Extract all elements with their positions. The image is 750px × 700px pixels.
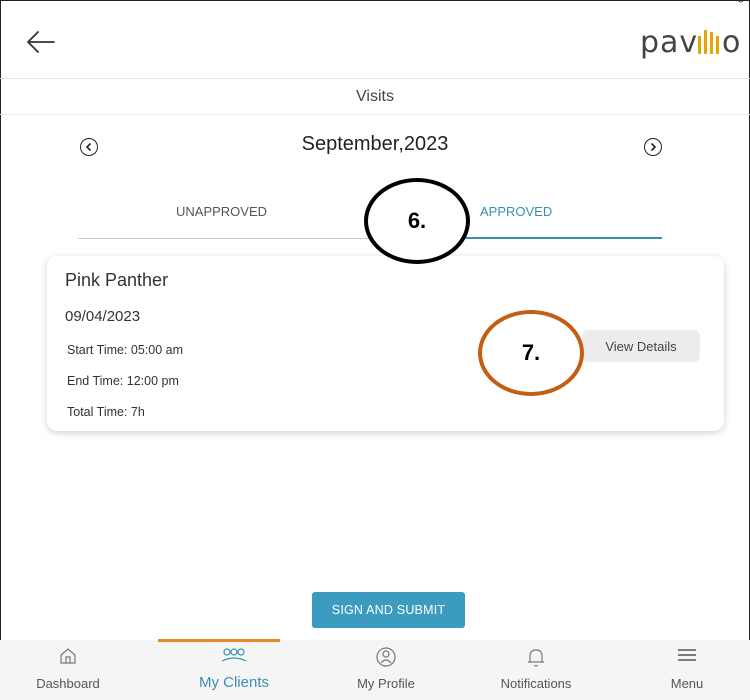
annotation-7: 7.	[478, 310, 584, 396]
svg-text:o: o	[722, 25, 741, 60]
start-time: Start Time: 05:00 am	[67, 343, 184, 357]
header: pav o	[0, 0, 750, 79]
month-label: September,2023	[301, 133, 449, 155]
nav-my-clients[interactable]: My Clients	[164, 640, 304, 700]
profile-icon	[316, 646, 456, 668]
annotation-6: 6.	[364, 178, 470, 264]
svg-text:pav: pav	[640, 25, 698, 60]
hamburger-icon	[617, 646, 750, 668]
sign-and-submit-button[interactable]: SIGN AND SUBMIT	[312, 592, 465, 628]
nav-label: Notifications	[500, 676, 572, 691]
bell-icon	[466, 646, 606, 668]
tab-approved[interactable]: APPROVED	[480, 204, 552, 219]
nav-label: Menu	[670, 676, 704, 691]
bottom-nav: Dashboard My Clients My Profile Notifica…	[0, 639, 750, 700]
nav-label: Dashboard	[36, 676, 100, 691]
nav-dashboard[interactable]: Dashboard	[0, 640, 138, 700]
visit-date: 09/04/2023	[65, 308, 141, 325]
nav-label: My Clients	[198, 674, 269, 691]
home-icon	[0, 646, 138, 668]
nav-menu[interactable]: Menu	[617, 640, 750, 700]
visit-card: Pink Panther 09/04/2023 Start Time: 05:0…	[47, 256, 724, 431]
page-title: Visits	[0, 80, 750, 115]
end-time: End Time: 12:00 pm	[67, 374, 179, 388]
back-arrow-icon[interactable]	[24, 28, 60, 56]
clients-icon	[164, 646, 304, 668]
client-name: Pink Panther	[65, 270, 169, 290]
total-time: Total Time: 7h	[67, 405, 145, 419]
nav-my-profile[interactable]: My Profile	[316, 640, 456, 700]
nav-label: My Profile	[357, 676, 415, 691]
tab-unapproved[interactable]: UNAPPROVED	[176, 204, 267, 219]
month-selector: September,2023	[0, 128, 750, 168]
active-tab-indicator	[466, 237, 662, 239]
view-details-button[interactable]: View Details	[582, 330, 700, 362]
brand-logo: pav o	[640, 22, 750, 70]
next-month-button[interactable]	[644, 138, 662, 156]
nav-notifications[interactable]: Notifications	[466, 640, 606, 700]
chevron-right-icon	[650, 142, 657, 152]
